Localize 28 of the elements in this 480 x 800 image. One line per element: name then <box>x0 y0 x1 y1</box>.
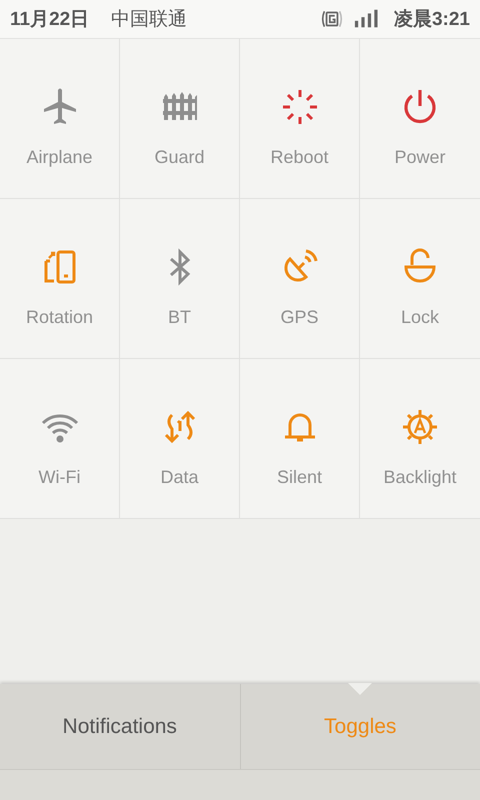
carrier-name: 中国联通 <box>111 8 188 32</box>
toggle-tile[interactable]: Data <box>120 359 240 519</box>
tab[interactable]: Toggles <box>240 684 480 769</box>
toggle-tile[interactable]: Wi-Fi <box>0 359 120 519</box>
toggle-label: GPS <box>280 307 318 328</box>
toggle-label: Silent <box>276 467 322 488</box>
toggle-label: Airplane <box>26 147 93 168</box>
toggle-label: Wi-Fi <box>38 467 80 488</box>
toggle-tile[interactable]: BT <box>120 199 240 359</box>
toggle-tile[interactable]: Airplane <box>0 39 120 199</box>
toggle-label: Data <box>160 467 199 488</box>
clock: 凌晨3:21 <box>394 8 470 32</box>
toggle-tile[interactable]: Reboot <box>240 39 360 199</box>
toggle-tile[interactable]: GPS <box>240 199 360 359</box>
toggle-label: Backlight <box>383 467 457 488</box>
brightness-icon <box>400 407 440 447</box>
toggle-label: Power <box>394 147 446 168</box>
toggle-tile[interactable]: Silent <box>240 359 360 519</box>
toggle-tile[interactable]: Rotation <box>0 199 120 359</box>
toggle-label: Lock <box>400 307 440 328</box>
status-date: 11月22日 <box>10 8 90 32</box>
toggle-label: Guard <box>154 147 205 168</box>
toggle-label: Rotation <box>26 307 94 328</box>
toggle-label: Reboot <box>270 147 329 168</box>
toggle-tile[interactable]: Guard <box>120 39 240 199</box>
signal-icon <box>354 9 378 29</box>
toggle-label: BT <box>168 307 191 328</box>
network-type-icon <box>320 8 344 30</box>
